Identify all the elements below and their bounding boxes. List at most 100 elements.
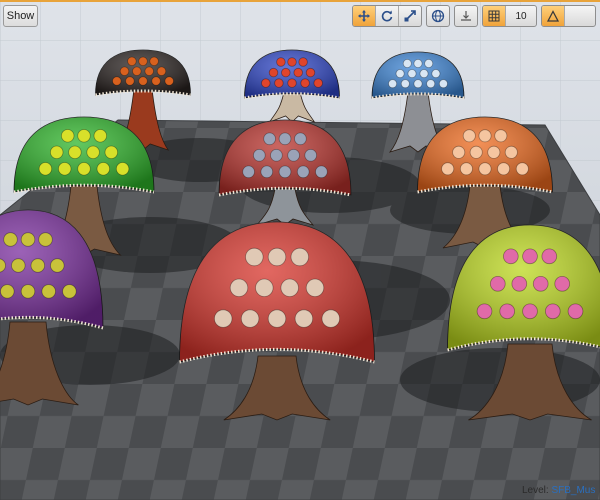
globe-icon bbox=[431, 9, 445, 23]
mushroom-spot bbox=[287, 149, 300, 162]
mushroom-spot bbox=[511, 275, 528, 292]
mushroom-spot bbox=[267, 247, 287, 267]
mushroom-spot bbox=[441, 162, 455, 176]
mushroom-spot bbox=[494, 129, 508, 143]
translate-button[interactable] bbox=[353, 6, 376, 26]
mushroom-spot bbox=[497, 162, 511, 176]
mushroom-spot bbox=[138, 56, 148, 67]
mushroom-spot bbox=[280, 278, 299, 298]
mushroom-spot bbox=[502, 248, 519, 265]
surface-snap-group bbox=[454, 5, 478, 27]
mushroom-spot bbox=[127, 56, 137, 67]
mushroom-spot bbox=[554, 275, 570, 292]
level-viewport[interactable]: Show 10 Level: SFB_Mus bbox=[0, 0, 600, 500]
angle-snap-value[interactable] bbox=[565, 6, 595, 26]
viewport-scene[interactable] bbox=[0, 0, 600, 500]
mushroom-spot bbox=[426, 79, 436, 89]
mushroom-spot bbox=[400, 79, 410, 89]
mushroom-spot bbox=[278, 165, 292, 179]
mushroom-spot bbox=[452, 145, 466, 159]
mushroom-spot bbox=[86, 145, 100, 160]
mushroom-spot bbox=[156, 66, 167, 76]
level-indicator: Level: SFB_Mus bbox=[522, 485, 600, 496]
mushroom-spot bbox=[478, 129, 492, 143]
mushroom-spot bbox=[62, 284, 77, 299]
top-accent-bar bbox=[0, 0, 600, 2]
mushroom-spot bbox=[321, 309, 341, 328]
mushroom-spot bbox=[413, 79, 423, 89]
grid-size-value[interactable]: 10 bbox=[506, 6, 536, 26]
mushroom-spot bbox=[50, 145, 64, 160]
level-name: SFB_Mus bbox=[551, 485, 596, 496]
mushroom-spot bbox=[459, 162, 473, 176]
transform-mode-group bbox=[352, 5, 422, 27]
mushroom-spot bbox=[213, 309, 233, 328]
mushroom-spot bbox=[96, 162, 111, 176]
mushroom-spot bbox=[229, 278, 249, 298]
mushroom-spot bbox=[20, 232, 36, 247]
grid-icon bbox=[488, 10, 500, 22]
angle-snap-toggle[interactable] bbox=[542, 6, 565, 26]
mushroom-spot bbox=[132, 66, 142, 76]
mushroom-spot bbox=[274, 78, 284, 88]
mushroom-spot bbox=[93, 129, 108, 143]
grid-snap-group: 10 bbox=[482, 5, 537, 27]
mushroom-spot bbox=[20, 284, 36, 299]
mushroom-spot bbox=[515, 162, 529, 176]
rotate-button[interactable] bbox=[376, 6, 399, 26]
mushroom-spot bbox=[541, 248, 558, 265]
mushroom-spot bbox=[245, 247, 264, 267]
mushroom-spot bbox=[489, 275, 506, 292]
mushroom-spot bbox=[296, 165, 310, 179]
mushroom-spot bbox=[68, 145, 82, 160]
show-button[interactable]: Show bbox=[3, 5, 38, 27]
surface-snap-button[interactable] bbox=[455, 6, 477, 26]
mushroom-spot bbox=[313, 78, 323, 88]
mushroom-spot bbox=[41, 284, 56, 299]
mushroom-spot bbox=[125, 76, 135, 86]
mushroom-spot bbox=[270, 149, 283, 162]
mushroom-spot bbox=[395, 69, 405, 79]
grid-snap-toggle[interactable] bbox=[483, 6, 506, 26]
mushroom-spot bbox=[315, 165, 328, 179]
mushroom-spot bbox=[276, 57, 286, 67]
mushroom-spot bbox=[50, 258, 65, 273]
viewport-toolbar: 10 bbox=[352, 5, 600, 27]
mushroom-spot bbox=[112, 76, 122, 86]
mushroom-spot bbox=[298, 57, 308, 67]
mushroom-spot bbox=[151, 76, 161, 86]
mushroom-spot bbox=[255, 278, 274, 298]
mushroom-spot bbox=[38, 162, 53, 176]
surface-snap-icon bbox=[461, 11, 471, 21]
mushroom-spot bbox=[287, 78, 297, 88]
scale-button[interactable] bbox=[399, 6, 421, 26]
mushroom-spot bbox=[138, 76, 148, 86]
mushroom-spot bbox=[487, 145, 501, 159]
mushroom-spot bbox=[261, 78, 271, 88]
mushroom-spot bbox=[462, 129, 476, 143]
mushroom-spot bbox=[293, 67, 303, 78]
mushroom-spot bbox=[476, 303, 493, 320]
mushroom-spot bbox=[0, 284, 15, 299]
mushroom-spot bbox=[544, 303, 561, 320]
mushroom-spot bbox=[252, 149, 266, 162]
mushroom-spot bbox=[30, 258, 46, 273]
rotate-icon bbox=[381, 10, 393, 22]
mushroom-spot bbox=[149, 56, 159, 67]
mushroom-spot bbox=[499, 303, 516, 320]
mushroom-spot bbox=[115, 162, 130, 176]
mushroom-spot bbox=[290, 247, 310, 267]
mushroom-spot bbox=[11, 258, 26, 273]
mushroom-spot bbox=[305, 67, 316, 78]
mushroom-spot bbox=[38, 232, 53, 247]
angle-snap-icon bbox=[546, 10, 560, 22]
mushroom-spot bbox=[478, 162, 492, 176]
mushroom-spot bbox=[294, 309, 314, 328]
mushroom-spot bbox=[424, 59, 434, 69]
mushroom-spot bbox=[268, 67, 279, 78]
mushroom-spot bbox=[260, 165, 274, 179]
world-space-button[interactable] bbox=[427, 6, 449, 26]
mushroom-spot bbox=[469, 145, 483, 159]
level-key-label: Level: bbox=[522, 485, 549, 496]
mushroom-spot bbox=[522, 303, 538, 320]
